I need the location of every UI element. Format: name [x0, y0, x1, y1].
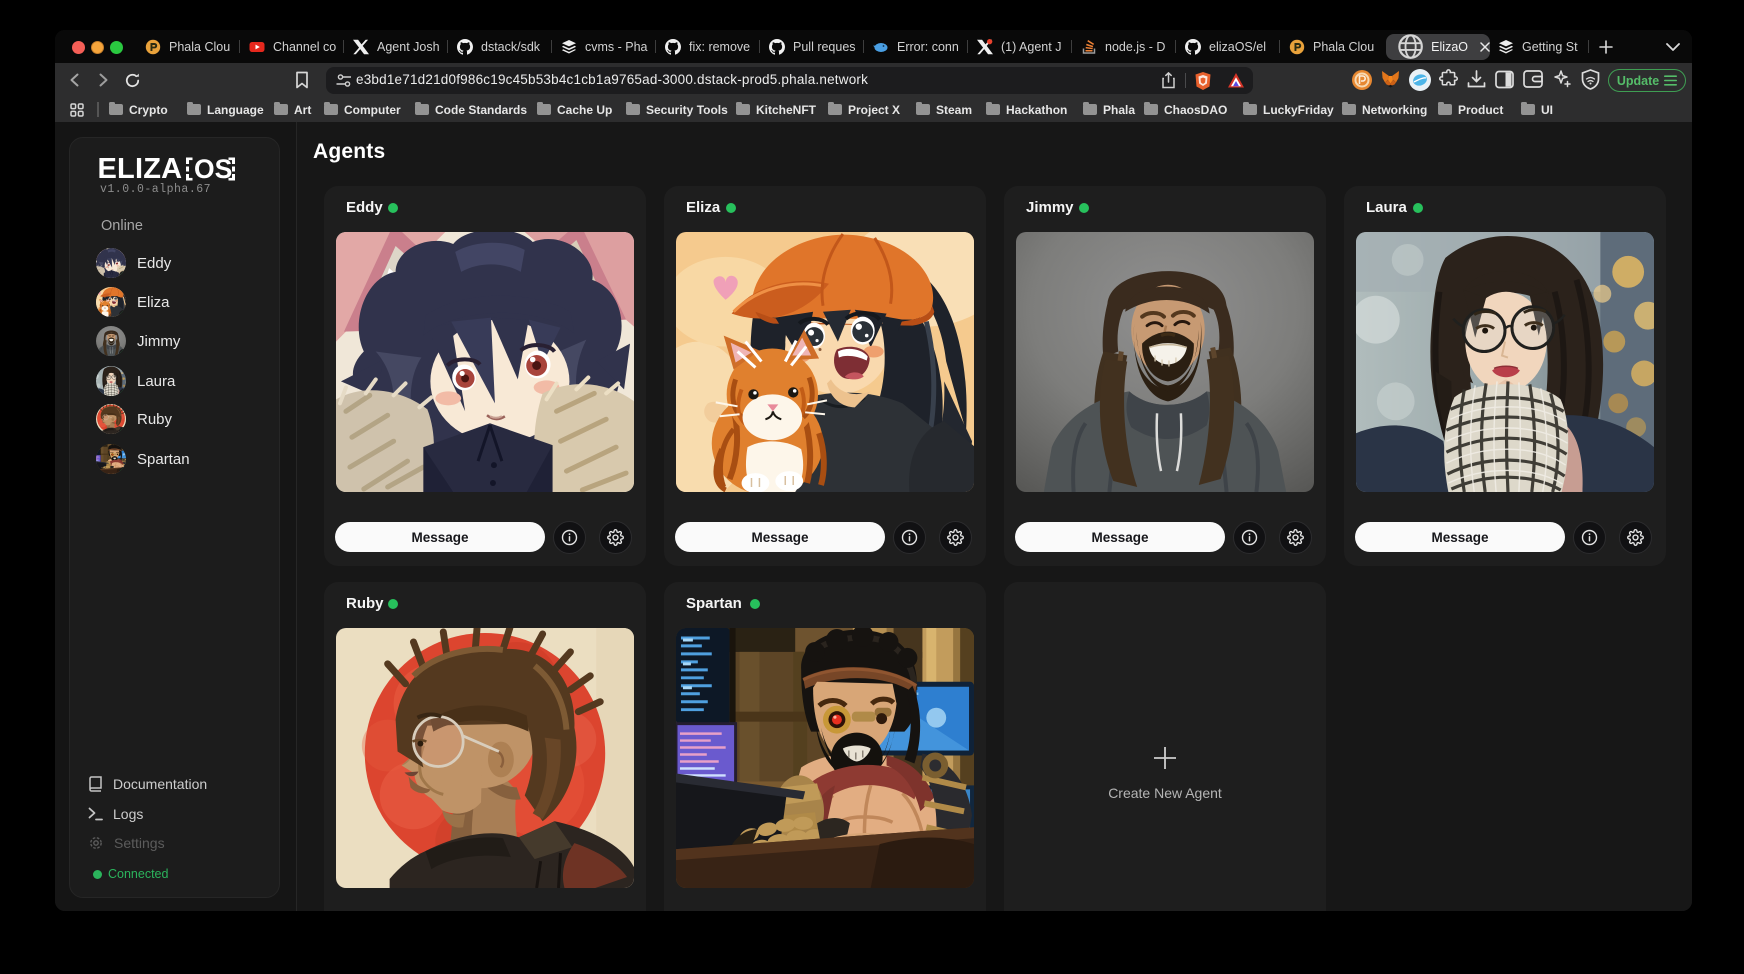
svg-text:OS: OS: [194, 157, 232, 181]
svg-text:ELIZA: ELIZA: [99, 157, 182, 181]
